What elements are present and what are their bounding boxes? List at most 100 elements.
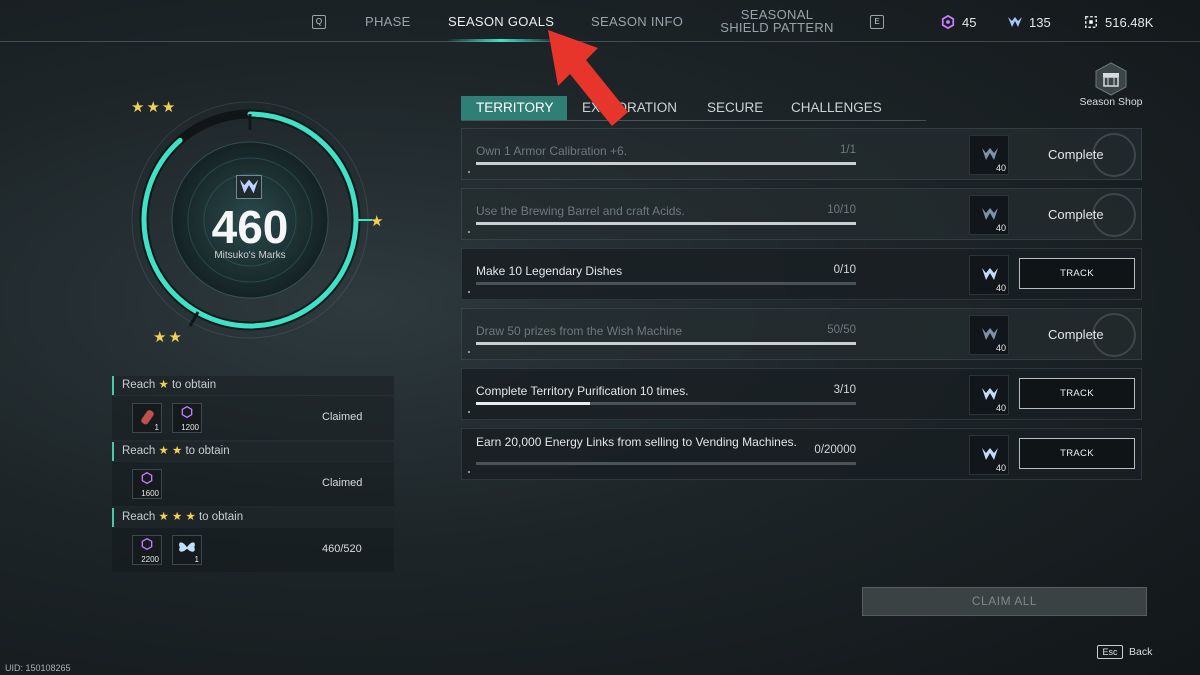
reward-qty: 40: [995, 403, 1006, 413]
reward-tier-3: 2200 1 460/520: [112, 528, 394, 572]
purple-hexagon-icon[interactable]: 2200: [132, 535, 162, 565]
reward-tier-label: to obtain: [185, 445, 230, 457]
claim-all-button[interactable]: CLAIM ALL: [862, 587, 1147, 616]
goal-count: 3/10: [833, 384, 856, 396]
red-arrow-annotation: [548, 30, 628, 126]
goal-description: Complete Territory Purification 10 times…: [476, 384, 689, 398]
tab-season-goals[interactable]: SEASON GOALS: [448, 14, 554, 29]
purple-hexagon-icon[interactable]: 1200: [172, 403, 202, 433]
row-marker: [468, 411, 470, 413]
goal-row: Use the Brewing Barrel and craft Acids. 1…: [461, 188, 1142, 240]
esc-key-hint[interactable]: Esc: [1097, 645, 1123, 659]
season-shop-label[interactable]: Season Shop: [1070, 96, 1152, 108]
milestone-1-star-icon: ★: [370, 213, 384, 230]
goal-description: Use the Brewing Barrel and craft Acids.: [476, 204, 685, 218]
goal-progress-bar: [476, 462, 856, 465]
mitsuko-mark-icon[interactable]: 40: [969, 195, 1009, 235]
tab-seasonal-line2: SHIELD PATTERN: [720, 20, 834, 35]
track-button[interactable]: TRACK: [1019, 438, 1135, 469]
row-marker: [468, 351, 470, 353]
row-marker: [468, 171, 470, 173]
star-icon: ★: [158, 379, 169, 391]
goal-count: 0/20000: [814, 444, 856, 456]
item-qty: 1: [154, 423, 159, 432]
back-label[interactable]: Back: [1129, 646, 1152, 658]
reward-tier-1: 1 1200 Claimed: [112, 396, 394, 440]
mitsuko-mark-logo-icon: [236, 175, 262, 199]
currency-marks: 135: [1007, 15, 1051, 30]
goal-progress-fill: [476, 402, 590, 405]
goal-status-complete: Complete: [1048, 207, 1104, 222]
currency-purple-value: 45: [962, 15, 977, 30]
reward-progress: 460/520: [322, 543, 362, 555]
mitsuko-mark-icon[interactable]: 40: [969, 135, 1009, 175]
goal-description: Draw 50 prizes from the Wish Machine: [476, 324, 683, 338]
goal-tab-challenges[interactable]: CHALLENGES: [791, 100, 882, 115]
tab-seasonal-shield-pattern[interactable]: SEASONAL SHIELD PATTERN: [718, 8, 836, 34]
track-button[interactable]: TRACK: [1019, 258, 1135, 289]
goal-count: 1/1: [840, 144, 856, 156]
mitsuko-mark-icon[interactable]: 40: [969, 255, 1009, 295]
goal-description: Make 10 Legendary Dishes: [476, 264, 623, 278]
currency-purple: 45: [940, 15, 976, 30]
goal-status-complete: Complete: [1048, 147, 1104, 162]
goal-status-complete: Complete: [1048, 327, 1104, 342]
season-shop-icon[interactable]: [1094, 62, 1128, 96]
reward-tier-label: Reach: [122, 445, 156, 457]
q-key-hint[interactable]: Q: [312, 15, 326, 29]
reward-tier-2-header: Reach ★ ★ to obtain: [112, 442, 394, 461]
goal-progress-bar: [476, 162, 856, 165]
mitsuko-mark-icon: [1008, 17, 1022, 27]
purple-hexagon-icon[interactable]: 1600: [132, 469, 162, 499]
currency-marks-value: 135: [1029, 15, 1051, 30]
row-marker: [468, 471, 470, 473]
item-qty: 1600: [141, 489, 159, 498]
goal-tab-secure[interactable]: SECURE: [707, 100, 763, 115]
butterfly-icon[interactable]: 1: [172, 535, 202, 565]
row-marker: [468, 291, 470, 293]
tab-season-info[interactable]: SEASON INFO: [591, 14, 683, 29]
goal-row: Complete Territory Purification 10 times…: [461, 368, 1142, 420]
energy-link-icon: [1085, 16, 1097, 28]
goal-count: 50/50: [827, 324, 856, 336]
tab-phase[interactable]: PHASE: [365, 14, 411, 29]
goal-progress-bar: [476, 342, 856, 345]
e-key-hint[interactable]: E: [870, 15, 884, 29]
reward-status: Claimed: [322, 477, 363, 489]
reward-qty: 40: [995, 463, 1006, 473]
star-icon: ★ ★: [158, 445, 183, 457]
track-button[interactable]: TRACK: [1019, 378, 1135, 409]
reward-status: Claimed: [322, 411, 363, 423]
mitsuko-mark-icon[interactable]: 40: [969, 435, 1009, 475]
reward-qty: 40: [995, 283, 1006, 293]
goal-tabs-divider: [461, 120, 926, 121]
goal-count: 0/10: [833, 264, 856, 276]
item-qty: 1200: [181, 423, 199, 432]
goal-row: Own 1 Armor Calibration +6. 1/1 40 Complete: [461, 128, 1142, 180]
goal-progress-bar: [476, 222, 856, 225]
reward-tier-1-header: Reach ★ to obtain: [112, 376, 394, 395]
goal-description: Own 1 Armor Calibration +6.: [476, 144, 628, 158]
reward-qty: 40: [995, 343, 1006, 353]
reward-tier-label: to obtain: [171, 379, 217, 391]
goal-count: 10/10: [827, 204, 856, 216]
item-qty: 2200: [141, 555, 159, 564]
goal-row: Draw 50 prizes from the Wish Machine 50/5…: [461, 308, 1142, 360]
purple-hexagon-icon: [941, 15, 955, 29]
row-marker: [468, 231, 470, 233]
item-qty: 1: [194, 555, 199, 564]
mitsuko-mark-icon[interactable]: 40: [969, 375, 1009, 415]
mitsuko-mark-icon[interactable]: 40: [969, 315, 1009, 355]
goal-progress-fill: [476, 222, 856, 225]
milestone-3-stars-icon: ★★★: [131, 99, 178, 116]
reward-tier-label: Reach: [122, 511, 156, 523]
marks-label: Mitsuko's Marks: [214, 250, 286, 261]
goal-progress-bar: [476, 282, 856, 285]
milestone-2-stars-icon: ★★: [153, 329, 184, 346]
bullet-icon[interactable]: 1: [132, 403, 162, 433]
reward-tier-2: 1600 Claimed: [112, 462, 394, 506]
reward-qty: 40: [995, 223, 1006, 233]
goal-description: Earn 20,000 Energy Links from selling to…: [476, 435, 797, 449]
currency-energy-value: 516.48K: [1105, 15, 1154, 30]
reward-tier-label: Reach: [122, 379, 156, 391]
